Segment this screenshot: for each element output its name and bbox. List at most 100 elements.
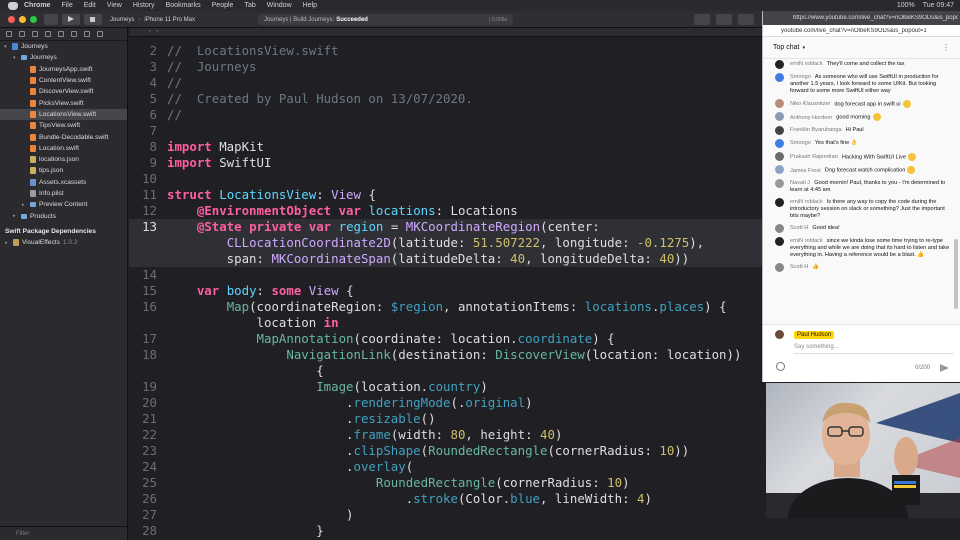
code-line[interactable]: .frame(width: 80, height: 40) — [167, 427, 562, 443]
menu-bookmarks[interactable]: Bookmarks — [166, 2, 201, 9]
disclosure-icon[interactable]: ▾ — [13, 55, 19, 61]
navigator-toggle-button[interactable] — [44, 14, 58, 25]
address-bar[interactable]: youtube.com/live_chat?v=nOlbeKS9ODs&is_p… — [763, 25, 960, 37]
navigator-item[interactable]: TipsView.swift — [0, 120, 127, 131]
code-line[interactable]: // — [167, 107, 182, 123]
line-number[interactable]: 14 — [129, 267, 157, 283]
chat-message[interactable]: Anthony Hordern good morning — [763, 111, 952, 124]
code-editor[interactable]: ‹ › 2 // LocationsView.swift 3 // Journeys 4… — [129, 28, 762, 540]
menu-history[interactable]: History — [133, 2, 155, 9]
navigator-item[interactable]: Bundle-Decodable.swift — [0, 131, 127, 142]
line-number[interactable]: 8 — [129, 139, 157, 155]
disclosure-icon[interactable]: ▾ — [4, 44, 10, 50]
code-line[interactable]: .overlay( — [167, 459, 413, 475]
chat-message[interactable]: emiN roblack since we kinda lose some tim… — [763, 236, 952, 262]
line-number[interactable]: 3 — [129, 59, 157, 75]
line-number[interactable]: 5 — [129, 91, 157, 107]
stop-button[interactable] — [84, 14, 102, 25]
scheme-selector[interactable]: Journeys › iPhone 11 Pro Max — [110, 14, 210, 25]
line-number[interactable]: 4 — [129, 75, 157, 91]
chat-message[interactable]: emiN roblack They'll come and collect the… — [763, 59, 952, 72]
jump-bar[interactable]: ‹ › — [129, 28, 762, 37]
navigator-item[interactable]: JourneysApp.swift — [0, 64, 127, 75]
code-line[interactable]: } — [167, 523, 323, 539]
send-icon[interactable] — [940, 364, 949, 372]
chat-message[interactable]: Scott H Good idea! — [763, 223, 952, 236]
line-number[interactable]: 19 — [129, 379, 157, 395]
apple-icon[interactable] — [8, 1, 18, 10]
code-line[interactable]: span: MKCoordinateSpan(latitudeDelta: 40… — [167, 251, 690, 267]
test-icon[interactable] — [71, 31, 77, 37]
breakpoint-icon[interactable] — [97, 31, 103, 37]
line-number[interactable]: 6 — [129, 107, 157, 123]
chat-message[interactable]: Prakash Rajendran Hacking With SwiftUI Li… — [763, 151, 952, 164]
line-number[interactable]: 20 — [129, 395, 157, 411]
top-chat-selector[interactable]: Top chat — [773, 44, 799, 51]
code-line[interactable]: struct LocationsView: View { — [167, 187, 376, 203]
line-number[interactable]: 23 — [129, 443, 157, 459]
chat-author[interactable]: Anthony Hordern — [790, 115, 832, 121]
navigator-item[interactable]: DiscoverView.swift — [0, 86, 127, 97]
package-item[interactable]: ▸ VisualEffects 1.0.2 — [0, 237, 127, 248]
more-options-icon[interactable]: ⋮ — [942, 43, 950, 52]
zoom-window-button[interactable] — [30, 16, 37, 23]
line-number[interactable]: 21 — [129, 411, 157, 427]
forward-icon[interactable]: › — [157, 29, 159, 35]
chat-author[interactable]: Franklin Byaruhanga — [790, 127, 842, 133]
line-number[interactable]: 11 — [129, 187, 157, 203]
code-line[interactable]: @State private var region = MKCoordinate… — [167, 219, 600, 235]
navigator-item[interactable]: ▾ Journeys — [0, 52, 127, 63]
navigator-item[interactable]: ▸ Products — [0, 210, 127, 221]
chat-message[interactable]: emiN roblack Is there any way to copy the… — [763, 197, 952, 223]
menu-tab[interactable]: Tab — [244, 2, 255, 9]
minimize-window-button[interactable] — [19, 16, 26, 23]
chat-input[interactable]: Say something... — [794, 344, 954, 354]
code-line[interactable]: CLLocationCoordinate2D(latitude: 51.5072… — [167, 235, 704, 251]
chat-message[interactable]: Smongo Yes that's fine 👌 — [763, 138, 952, 151]
chat-author[interactable]: Scott H — [790, 225, 808, 231]
symbol-icon[interactable] — [32, 31, 38, 37]
navigator-item[interactable]: ▾ Journeys — [0, 41, 127, 52]
chat-author[interactable]: Scott H — [790, 264, 808, 270]
line-number[interactable]: 24 — [129, 459, 157, 475]
code-line[interactable]: import SwiftUI — [167, 155, 271, 171]
line-number[interactable]: 9 — [129, 155, 157, 171]
search-icon[interactable] — [45, 31, 51, 37]
navigator-item[interactable]: LocationsView.swift — [0, 108, 127, 121]
chevron-down-icon[interactable]: ▾ — [802, 45, 805, 51]
navigator-item[interactable]: ▸ Preview Content — [0, 199, 127, 210]
packages-header[interactable]: Swift Package Dependencies — [0, 226, 127, 237]
navigator-item[interactable]: PicksView.swift — [0, 97, 127, 108]
emoji-icon[interactable] — [776, 362, 785, 371]
code-line[interactable]: // Journeys — [167, 59, 257, 75]
code-line[interactable]: @EnvironmentObject var locations: Locati… — [167, 203, 518, 219]
code-line[interactable]: NavigationLink(destination: DiscoverView… — [167, 347, 741, 363]
chat-message[interactable]: Scott H 👍 — [763, 262, 952, 275]
code-line[interactable]: import MapKit — [167, 139, 264, 155]
navigator-item[interactable]: tips.json — [0, 165, 127, 176]
folder-icon[interactable] — [6, 31, 12, 37]
chat-message[interactable]: Niko Klausnitzer dog forecast app in swif… — [763, 98, 952, 111]
code-line[interactable]: Map(coordinateRegion: $region, annotatio… — [167, 299, 727, 315]
warning-icon[interactable] — [58, 31, 64, 37]
navigator-item[interactable]: locations.json — [0, 154, 127, 165]
menu-view[interactable]: View — [107, 2, 122, 9]
menu-edit[interactable]: Edit — [84, 2, 96, 9]
chat-message[interactable]: James Frost Dog forecast watch complicati… — [763, 164, 952, 177]
line-number[interactable]: 15 — [129, 283, 157, 299]
line-number[interactable]: 2 — [129, 43, 157, 59]
chat-author[interactable]: Navati J — [790, 180, 810, 186]
code-line[interactable]: Image(location.country) — [167, 379, 488, 395]
source-control-icon[interactable] — [19, 31, 25, 37]
window-url-bar[interactable]: https://www.youtube.com/live_chat?v=nOlb… — [763, 11, 960, 25]
disclosure-icon[interactable]: ▸ — [5, 240, 11, 246]
line-number[interactable]: 16 — [129, 299, 157, 315]
code-line[interactable]: .resizable() — [167, 411, 436, 427]
chat-message[interactable]: Smongo As someone who will use SwiftUI in… — [763, 72, 952, 98]
chat-author[interactable]: emiN roblack — [790, 199, 823, 205]
chat-author[interactable]: emiN roblack — [790, 238, 823, 244]
line-number[interactable]: 22 — [129, 427, 157, 443]
chat-message[interactable]: Franklin Byaruhanga Hi Paul — [763, 125, 952, 138]
line-number[interactable]: 17 — [129, 331, 157, 347]
code-review-button[interactable] — [716, 14, 732, 25]
